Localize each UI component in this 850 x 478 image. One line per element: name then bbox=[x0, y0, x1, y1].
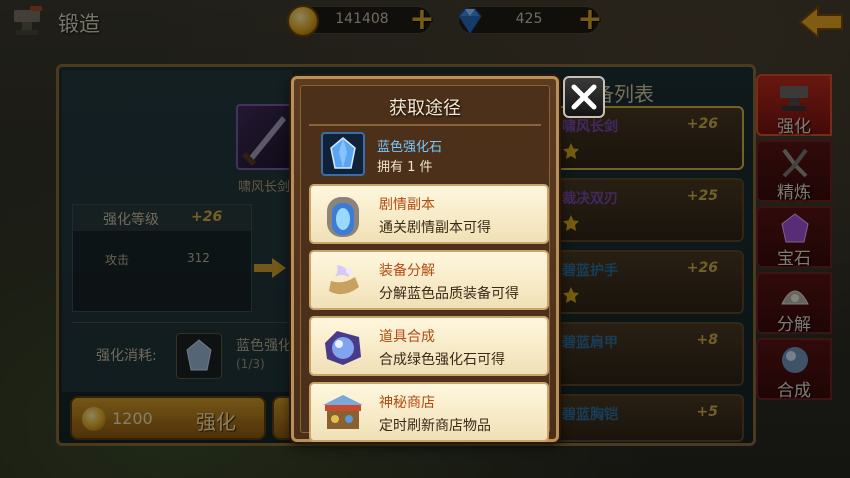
way-title: 神秘商店 bbox=[379, 395, 435, 411]
portal-icon bbox=[327, 197, 359, 237]
close-icon bbox=[571, 84, 597, 110]
way-title: 装备分解 bbox=[379, 263, 435, 279]
blue-stone-icon bbox=[330, 137, 356, 169]
way-desc: 分解蓝色品质装备可得 bbox=[379, 286, 519, 302]
item-owned-count: 拥有 1 件 bbox=[377, 160, 433, 175]
way-title: 道具合成 bbox=[379, 329, 435, 345]
magic-scroll-icon bbox=[329, 265, 359, 295]
item-name: 蓝色强化石 bbox=[377, 140, 443, 155]
close-button[interactable] bbox=[563, 76, 605, 118]
acquire-way-mystery-shop[interactable]: 神秘商店 定时刷新商店物品 bbox=[309, 382, 549, 442]
way-desc: 定时刷新商店物品 bbox=[379, 418, 491, 434]
acquire-way-disassemble[interactable]: 装备分解 分解蓝色品质装备可得 bbox=[309, 250, 549, 310]
title-divider bbox=[309, 124, 541, 126]
way-title: 剧情副本 bbox=[379, 197, 435, 213]
shop-stall-icon bbox=[323, 395, 363, 429]
crystal-orb-icon bbox=[325, 331, 361, 365]
acquisition-modal: 获取途径 蓝色强化石 拥有 1 件 剧情副本 通关剧情副本可得 装备分解 分解蓝… bbox=[291, 76, 559, 442]
acquire-way-story-dungeon[interactable]: 剧情副本 通关剧情副本可得 bbox=[309, 184, 549, 244]
item-slot bbox=[321, 132, 365, 176]
modal-body: 获取途径 蓝色强化石 拥有 1 件 剧情副本 通关剧情副本可得 装备分解 分解蓝… bbox=[300, 85, 550, 442]
acquire-way-synthesis[interactable]: 道具合成 合成绿色强化石可得 bbox=[309, 316, 549, 376]
way-desc: 通关剧情副本可得 bbox=[379, 220, 491, 236]
modal-title: 获取途径 bbox=[389, 98, 461, 119]
way-desc: 合成绿色强化石可得 bbox=[379, 352, 505, 368]
